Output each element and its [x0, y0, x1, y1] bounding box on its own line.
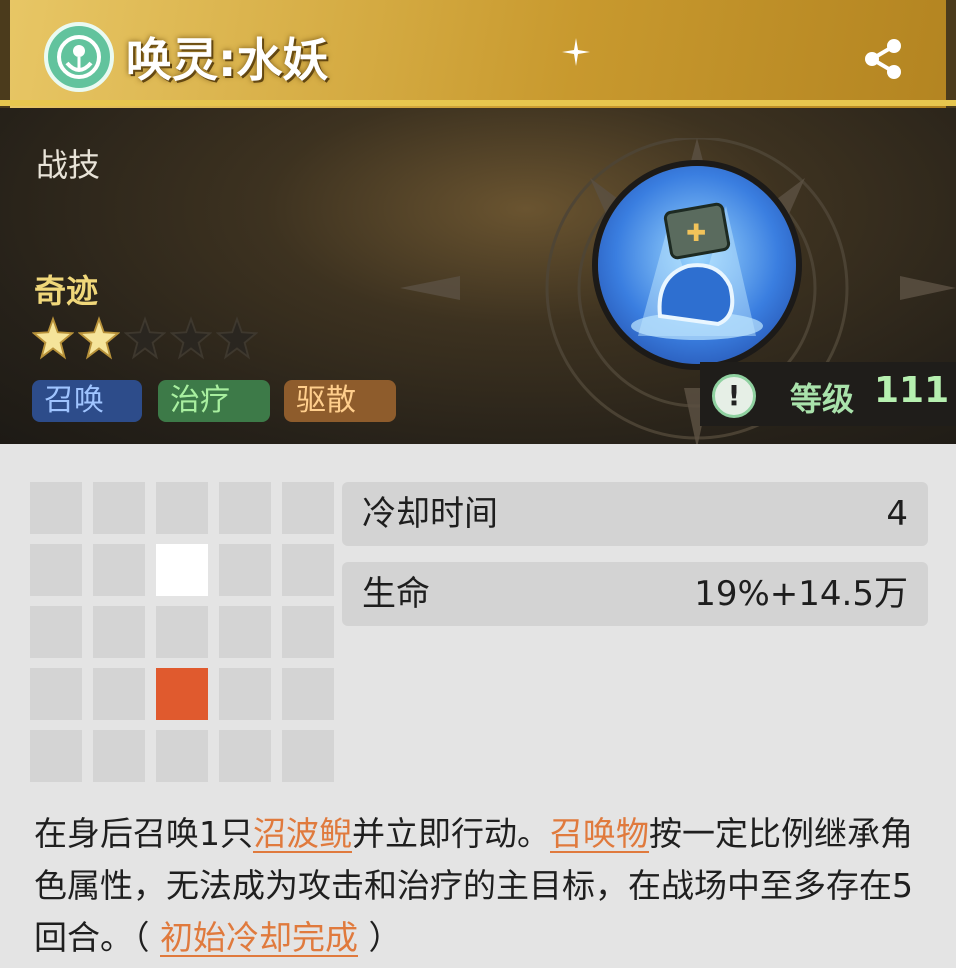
grid-cell: [93, 668, 145, 720]
stat-row-cooldown: 冷却时间 4: [342, 482, 928, 546]
grid-cell: [156, 730, 208, 782]
rank-stars: [32, 316, 262, 362]
level-label: 等级: [790, 380, 855, 418]
grid-cell: [219, 730, 271, 782]
star-empty-icon: [216, 316, 258, 360]
grid-cell: [93, 606, 145, 658]
grid-cell: [282, 730, 334, 782]
frame-right: [946, 0, 956, 108]
grid-cell: [93, 544, 145, 596]
grid-cell: [282, 544, 334, 596]
grid-cell-summon-position: [156, 544, 208, 596]
tag-dispel: 驱散: [284, 380, 396, 422]
page-title: 唤灵:水妖: [126, 33, 329, 87]
grid-cell: [219, 668, 271, 720]
sparkle-icon: [562, 38, 590, 66]
tag-heal: 治疗: [158, 380, 270, 422]
grid-cell: [30, 606, 82, 658]
star-filled-icon: [78, 316, 120, 360]
header-divider: [0, 100, 956, 106]
star-filled-icon: [32, 316, 74, 360]
grid-cell: [93, 730, 145, 782]
tag-summon: 召唤: [32, 380, 142, 422]
grid-cell: [282, 668, 334, 720]
level-value: 111: [874, 370, 950, 411]
grid-cell-caster-position: [156, 668, 208, 720]
summon-emblem-icon: [44, 22, 114, 92]
stat-label: 冷却时间: [362, 494, 498, 534]
skill-rank-label: 奇迹: [34, 272, 99, 310]
grid-cell: [219, 544, 271, 596]
stat-value: 19%+14.5万: [694, 574, 908, 614]
skill-type-label: 战技: [36, 146, 101, 184]
keyword-link-summoned-unit[interactable]: 召唤物: [550, 814, 649, 853]
stat-label: 生命: [362, 574, 430, 614]
info-alert-icon[interactable]: !: [712, 374, 756, 418]
skill-art-image: ✚: [598, 166, 796, 364]
stat-row-hp: 生命 19%+14.5万: [342, 562, 928, 626]
star-empty-icon: [170, 316, 212, 360]
grid-cell: [219, 606, 271, 658]
grid-cell: [30, 544, 82, 596]
desc-text: ）: [358, 918, 402, 957]
frame-left: [0, 0, 10, 108]
skill-description: 在身后召唤1只沼波鲵并立即行动。召唤物按一定比例继承角色属性，无法成为攻击和治疗…: [34, 808, 934, 964]
grid-cell: [30, 482, 82, 534]
keyword-link-initial-cooldown[interactable]: 初始冷却完成: [160, 918, 358, 957]
grid-cell: [30, 730, 82, 782]
grid-cell: [156, 606, 208, 658]
svg-text:✚: ✚: [686, 219, 706, 247]
target-range-grid: [30, 482, 334, 786]
desc-text: 并立即行动。: [352, 814, 550, 853]
grid-cell: [30, 668, 82, 720]
grid-cell: [156, 482, 208, 534]
grid-cell: [282, 482, 334, 534]
grid-cell: [282, 606, 334, 658]
star-empty-icon: [124, 316, 166, 360]
grid-cell: [219, 482, 271, 534]
share-icon[interactable]: [858, 34, 908, 84]
stat-value: 4: [886, 494, 908, 534]
keyword-link-summon-creature[interactable]: 沼波鲵: [253, 814, 352, 853]
desc-text: 在身后召唤1只: [34, 814, 253, 853]
grid-cell: [93, 482, 145, 534]
